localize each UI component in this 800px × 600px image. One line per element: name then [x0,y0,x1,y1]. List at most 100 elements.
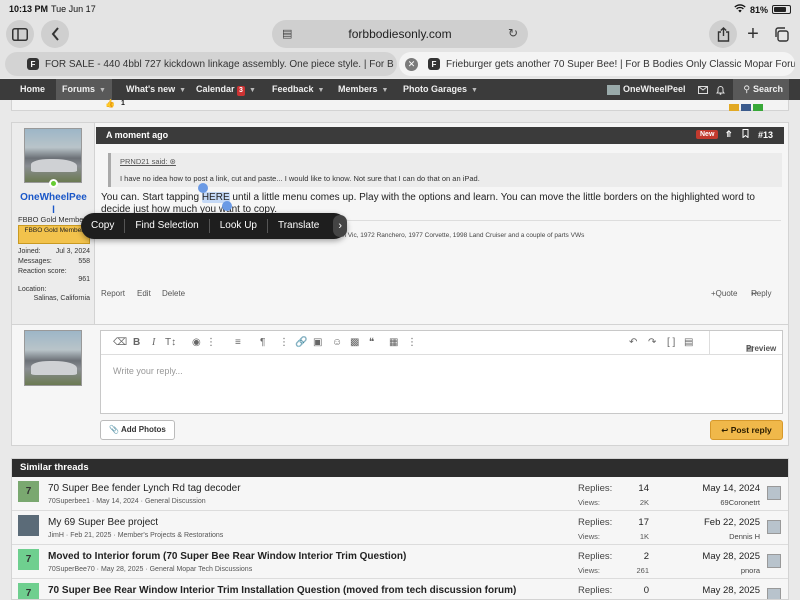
quote-button[interactable]: +Quote [711,289,737,298]
last-poster-avatar[interactable] [767,588,781,599]
edit-link[interactable]: Edit [137,289,151,298]
thread-forum[interactable]: General Mopar Tech Discussions [150,566,253,573]
chevron-down-icon[interactable]: ▼ [249,87,256,94]
share-icon[interactable]: ⤊ [725,129,733,140]
last-post-date[interactable]: May 14, 2024 [672,483,760,494]
more-options-icon[interactable]: ⋮ [279,337,289,348]
last-post-date[interactable]: May 28, 2025 [672,551,760,562]
last-post-user[interactable]: 69Coronetrt [672,498,760,507]
thread-title[interactable]: Moved to Interior forum (70 Super Bee Re… [48,551,406,562]
thread-avatar[interactable]: 7 [18,549,39,570]
more-options-icon[interactable]: ⋮ [206,337,216,348]
inbox-icon[interactable] [694,79,712,100]
find-selection-menu-item[interactable]: Find Selection [125,219,210,233]
reaction-icon[interactable]: 👍 [105,99,115,108]
sidebar-toggle-button[interactable] [6,20,34,48]
italic-icon[interactable]: I [152,337,155,348]
last-post-user[interactable]: pnora [672,566,760,575]
report-link[interactable]: Report [101,289,125,298]
chevron-down-icon[interactable]: ▼ [179,87,186,94]
chevron-right-icon[interactable]: › [333,215,347,237]
nav-members[interactable]: Members ▼ [332,79,394,100]
thread-avatar[interactable] [18,515,39,536]
paragraph-icon[interactable]: ¶ [260,337,265,348]
delete-link[interactable]: Delete [162,289,185,298]
address-bar[interactable]: ▤ forbbodiesonly.com ↻ [272,20,528,48]
thread-title[interactable]: 70 Super Bee Rear Window Interior Trim I… [48,585,516,596]
media-icon[interactable]: ▩ [350,337,359,348]
thread-forum[interactable]: General Discussion [145,498,206,505]
nav-calendar[interactable]: Calendar 3 ▼ [190,79,262,100]
thread-title[interactable]: 70 Super Bee fender Lynch Rd tag decoder [48,483,241,494]
nav-search[interactable]: ⚲ Search [733,79,789,100]
image-icon[interactable]: ▣ [313,337,322,348]
tab-item[interactable]: F FOR SALE - 440 4bbl 727 kickdown linka… [5,52,397,76]
last-post-date[interactable]: Feb 22, 2025 [672,517,760,528]
last-post-user[interactable]: Dennis H [672,532,760,541]
last-post-date[interactable]: May 28, 2025 [672,585,760,596]
selection-start-handle[interactable] [198,183,208,193]
thread-avatar[interactable]: 7 [18,481,39,502]
selection-end-handle[interactable] [222,201,232,211]
nav-photo-garages[interactable]: Photo Garages ▼ [397,79,484,100]
thread-title[interactable]: My 69 Super Bee project [48,517,158,528]
undo-icon[interactable]: ↶ [629,337,637,348]
avatar[interactable] [24,128,82,183]
thread-row[interactable]: 7 Moved to Interior forum (70 Super Bee R… [12,545,788,579]
chevron-down-icon[interactable]: ▼ [99,87,106,94]
thread-forum[interactable]: Member's Projects & Restorations [118,532,224,539]
post-reply-button[interactable]: ↩ Post reply [710,420,783,440]
drafts-icon[interactable]: ▤ [684,337,693,348]
preview-button[interactable]: ▤ Preview [709,331,782,354]
palette-icon[interactable]: ◉ [192,337,201,348]
thread-row[interactable]: 7 70 Super Bee Rear Window Interior Trim … [12,579,788,599]
nav-whats-new[interactable]: What's new ▼ [120,79,192,100]
close-tab-icon[interactable]: ✕ [405,57,418,71]
bell-icon[interactable] [712,79,729,100]
link-icon[interactable]: 🔗 [295,337,307,348]
thread-row[interactable]: 7 70 Super Bee fender Lynch Rd tag decode… [12,477,788,511]
chevron-down-icon[interactable]: ▼ [318,87,325,94]
bookmark-icon[interactable] [742,129,749,140]
chevron-down-icon[interactable]: ▼ [382,87,389,94]
chevron-down-icon[interactable]: ▼ [471,87,478,94]
look-up-menu-item[interactable]: Look Up [210,219,268,233]
tab-overview-button[interactable] [767,20,795,48]
add-photos-button[interactable]: 📎 Add Photos [100,420,175,440]
new-tab-button[interactable]: + [739,20,767,48]
share-button[interactable] [709,20,737,48]
thread-row[interactable]: My 69 Super Bee project JimH · Feb 21, 20… [12,511,788,545]
last-poster-avatar[interactable] [767,520,781,534]
table-icon[interactable]: ▦ [389,337,398,348]
thread-author[interactable]: 70Superbee1 [48,498,90,505]
translate-menu-item[interactable]: Translate [268,219,329,233]
bold-icon[interactable]: B [133,337,140,348]
username[interactable]: OneWheelPee l [12,191,95,217]
last-poster-avatar[interactable] [767,554,781,568]
tab-item-active[interactable]: ✕ F Frieburger gets another 70 Super Bee… [399,52,795,76]
eraser-icon[interactable]: ⌫ [113,337,127,348]
text-size-icon[interactable]: T↕ [165,337,176,348]
align-icon[interactable]: ≡ [235,337,241,348]
back-button[interactable] [41,20,69,48]
expand-icon[interactable]: ⊛ [170,157,176,166]
copy-menu-item[interactable]: Copy [81,219,126,233]
post-number[interactable]: #13 [758,130,773,140]
nav-forums[interactable]: Forums ▼ [56,79,112,100]
bbcode-icon[interactable]: [ ] [667,337,675,348]
page-menu-icon[interactable]: ▤ [282,27,292,40]
reply-editor[interactable]: ⌫ B I T↕ ◉ ⋮ ≡ ¶ ⋮ 🔗 ▣ ☺ ▩ ❝ ▦ ⋮ ↶ ↷ [ ]… [100,330,783,414]
more-options-icon[interactable]: ⋮ [407,337,417,348]
reload-icon[interactable]: ↻ [508,26,518,40]
reaction-count[interactable]: 1 [121,100,125,107]
nav-feedback[interactable]: Feedback ▼ [266,79,330,100]
thread-author[interactable]: 70SuperBee70 [48,566,95,573]
redo-icon[interactable]: ↷ [648,337,656,348]
reaction-icons[interactable] [729,98,779,111]
quote-author[interactable]: PRND21 said: ⊛ [120,157,176,166]
thread-author[interactable]: JimH [48,532,64,539]
thread-avatar[interactable]: 7 [18,583,39,599]
last-poster-avatar[interactable] [767,486,781,500]
nav-home[interactable]: Home [12,79,53,100]
account-menu[interactable]: OneWheelPeel [603,79,690,100]
